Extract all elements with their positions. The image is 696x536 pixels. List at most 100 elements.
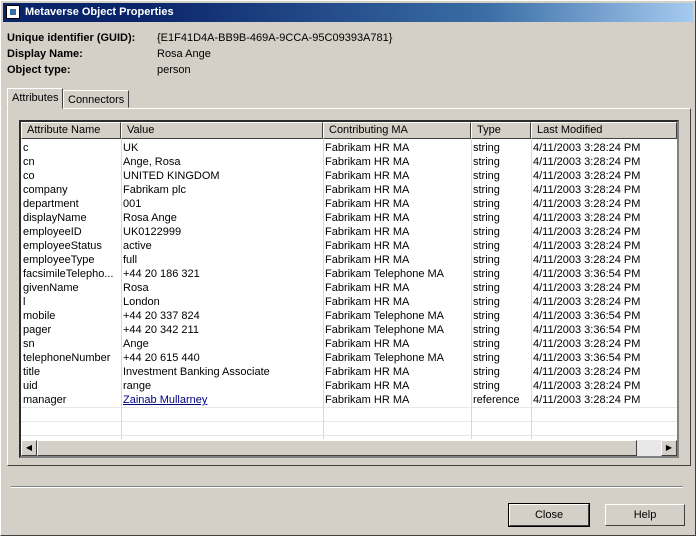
table-row[interactable]: l London Fabrikam HR MA string 4/11/2003 3:2… (21, 295, 677, 309)
table-row[interactable]: manager Zainab Mullarney Fabrikam HR MA ref… (21, 393, 677, 407)
attributes-listview[interactable]: Attribute Name Value Contributing MA Typ… (19, 120, 679, 458)
value-cell: London (123, 296, 160, 308)
contributing-ma-cell: Fabrikam Telephone MA (325, 324, 445, 336)
table-row[interactable]: title Investment Banking Associate Fabrika… (21, 365, 677, 379)
attribute-name-cell: uid (23, 380, 38, 392)
grid-line (21, 435, 677, 436)
value-cell: +44 20 342 211 (123, 324, 199, 336)
grid-line (21, 407, 677, 408)
last-modified-cell: 4/11/2003 3:36:54 PM (533, 268, 641, 280)
horizontal-scrollbar[interactable]: ◀ ▶ (21, 440, 677, 456)
value-cell: UK0122999 (123, 226, 182, 238)
attribute-name-cell: title (23, 366, 41, 378)
value-cell: full (123, 254, 138, 266)
value-cell: Investment Banking Associate (123, 366, 270, 378)
attribute-name-cell: givenName (23, 282, 79, 294)
last-modified-cell: 4/11/2003 3:36:54 PM (533, 352, 641, 364)
table-row[interactable]: givenName Rosa Fabrikam HR MA string 4/11/20… (21, 281, 677, 295)
column-header-value[interactable]: Value (121, 122, 323, 139)
grid-line (471, 139, 472, 439)
attribute-name-cell: mobile (23, 310, 56, 322)
table-row[interactable]: employeeStatus active Fabrikam HR MA string… (21, 239, 677, 253)
last-modified-cell: 4/11/2003 3:28:24 PM (533, 254, 641, 266)
display-name-label: Display Name: (7, 48, 83, 60)
last-modified-cell: 4/11/2003 3:28:24 PM (533, 198, 641, 210)
column-header-type[interactable]: Type (471, 122, 531, 139)
last-modified-cell: 4/11/2003 3:28:24 PM (533, 212, 641, 224)
tab-attributes[interactable]: Attributes (7, 88, 63, 109)
table-row[interactable]: employeeID UK0122999 Fabrikam HR MA string 4… (21, 225, 677, 239)
last-modified-cell: 4/11/2003 3:28:24 PM (533, 338, 641, 350)
column-header-attribute-name[interactable]: Attribute Name (21, 122, 121, 139)
contributing-ma-cell: Fabrikam HR MA (325, 198, 410, 210)
scroll-left-icon[interactable]: ◀ (21, 440, 37, 456)
type-cell: string (473, 352, 500, 364)
grid-line (323, 139, 324, 439)
contributing-ma-cell: Fabrikam HR MA (325, 226, 410, 238)
value-cell: UNITED KINGDOM (123, 170, 220, 182)
last-modified-cell: 4/11/2003 3:28:24 PM (533, 240, 641, 252)
close-button[interactable]: Close (508, 503, 590, 527)
type-cell: string (473, 324, 500, 336)
title-bar[interactable]: Metaverse Object Properties (3, 3, 693, 22)
table-row[interactable]: sn Ange Fabrikam HR MA string 4/11/2003 3:28… (21, 337, 677, 351)
table-row[interactable]: employeeType full Fabrikam HR MA string 4/11… (21, 253, 677, 267)
type-cell: string (473, 184, 500, 196)
value-cell: 001 (123, 198, 142, 210)
value-cell: active (123, 240, 152, 252)
table-row[interactable]: uid range Fabrikam HR MA string 4/11/2003 3:… (21, 379, 677, 393)
column-header-last-modified[interactable]: Last Modified (531, 122, 677, 139)
contributing-ma-cell: Fabrikam Telephone MA (325, 310, 445, 322)
last-modified-cell: 4/11/2003 3:28:24 PM (533, 142, 641, 154)
last-modified-cell: 4/11/2003 3:28:24 PM (533, 156, 641, 168)
contributing-ma-cell: Fabrikam Telephone MA (325, 268, 445, 280)
type-cell: string (473, 142, 500, 154)
value-cell[interactable]: Zainab Mullarney (121, 393, 323, 407)
type-cell: string (473, 366, 500, 378)
attribute-name-cell: co (23, 170, 35, 182)
table-row[interactable]: company Fabrikam plc Fabrikam HR MA string 4… (21, 183, 677, 197)
table-row[interactable]: pager +44 20 342 211 Fabrikam Telephone MA… (21, 323, 677, 337)
last-modified-cell: 4/11/2003 3:36:54 PM (533, 324, 641, 336)
properties-dialog: Metaverse Object Properties Unique ident… (0, 0, 696, 536)
help-button[interactable]: Help (605, 504, 685, 526)
table-row[interactable]: co UNITED KINGDOM Fabrikam HR MA string 4/11… (21, 169, 677, 183)
table-row[interactable]: displayName Rosa Ange Fabrikam HR MA string… (21, 211, 677, 225)
column-header-contributing-ma[interactable]: Contributing MA (323, 122, 471, 139)
last-modified-cell: 4/11/2003 3:28:24 PM (533, 170, 641, 182)
attribute-name-cell: displayName (23, 212, 87, 224)
attribute-name-cell: telephoneNumber (23, 352, 111, 364)
attribute-name-cell: employeeType (23, 254, 95, 266)
contributing-ma-cell: Fabrikam HR MA (325, 296, 410, 308)
value-cell: +44 20 337 824 (123, 310, 200, 322)
type-cell: string (473, 254, 500, 266)
table-row[interactable]: telephoneNumber +44 20 615 440 Fabrikam Te… (21, 351, 677, 365)
attribute-name-cell: manager (23, 394, 67, 406)
attribute-name-cell: cn (23, 156, 35, 168)
table-row[interactable]: cn Ange, Rosa Fabrikam HR MA string 4/11/200… (21, 155, 677, 169)
value-cell: UK (123, 142, 139, 154)
contributing-ma-cell: Fabrikam HR MA (325, 282, 410, 294)
window-title: Metaverse Object Properties (25, 6, 174, 18)
object-type-value: person (157, 64, 191, 76)
separator-line (11, 486, 683, 488)
attribute-name-cell: l (23, 296, 26, 308)
last-modified-cell: 4/11/2003 3:28:24 PM (533, 226, 641, 238)
value-cell: +44 20 615 440 (123, 352, 200, 364)
type-cell: string (473, 296, 500, 308)
contributing-ma-cell: Fabrikam HR MA (325, 380, 410, 392)
table-row[interactable]: facsimileTelepho... +44 20 186 321 Fabrika… (21, 267, 677, 281)
last-modified-cell: 4/11/2003 3:28:24 PM (533, 380, 641, 392)
scroll-right-icon[interactable]: ▶ (661, 440, 677, 456)
table-row[interactable]: department 001 Fabrikam HR MA string 4/11/20… (21, 197, 677, 211)
type-cell: string (473, 212, 500, 224)
guid-label: Unique identifier (GUID): (7, 32, 136, 44)
table-row[interactable]: mobile +44 20 337 824 Fabrikam Telephone M… (21, 309, 677, 323)
table-row[interactable]: c UK Fabrikam HR MA string 4/11/2003 3:28:24… (21, 141, 677, 155)
type-cell: string (473, 338, 500, 350)
last-modified-cell: 4/11/2003 3:28:24 PM (533, 296, 641, 308)
attribute-name-cell: employeeID (23, 226, 82, 238)
tab-connectors[interactable]: Connectors (63, 90, 129, 108)
scroll-thumb[interactable] (37, 440, 637, 456)
listview-header: Attribute Name Value Contributing MA Typ… (21, 122, 677, 139)
